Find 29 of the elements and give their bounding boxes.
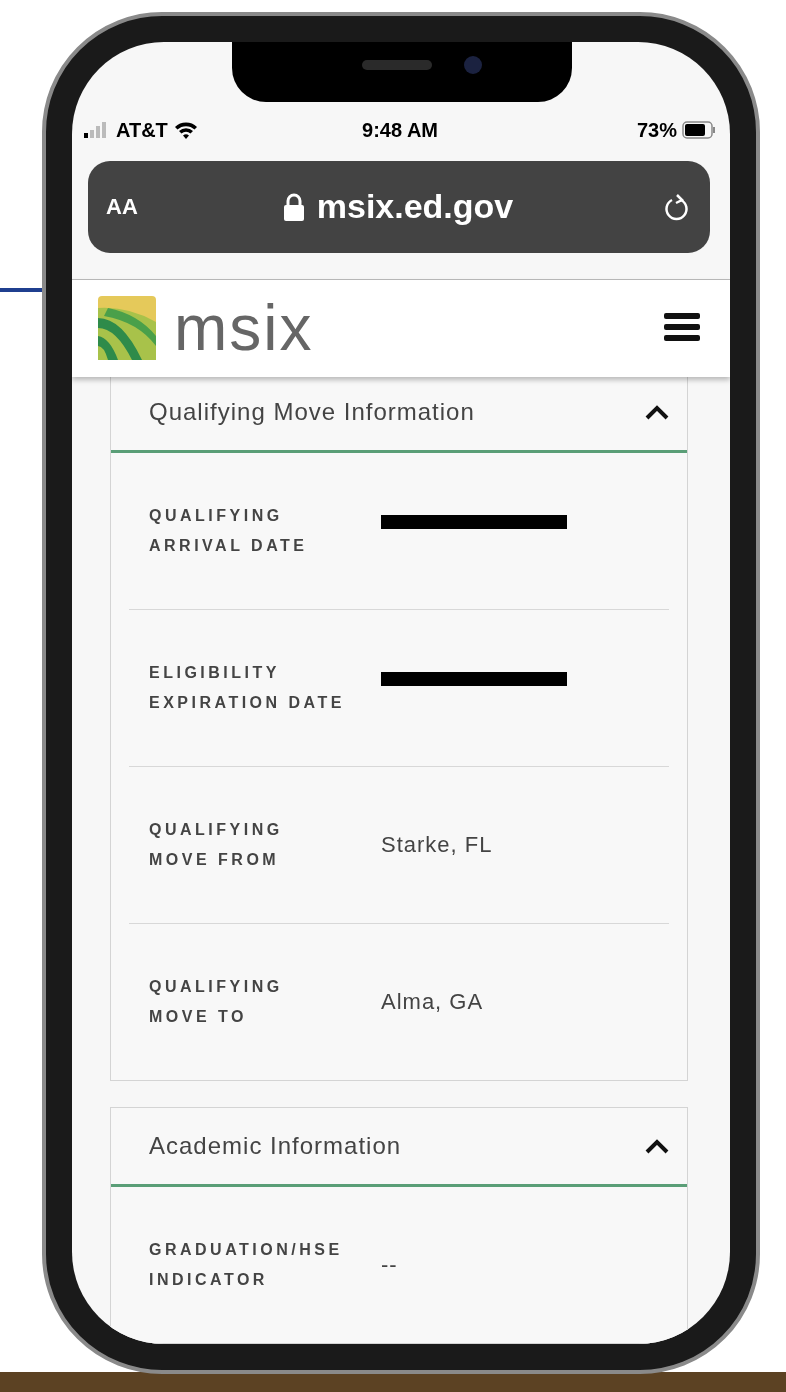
field-value: Starke, FL [381, 832, 493, 858]
battery-percent: 73% [637, 118, 677, 142]
chevron-up-icon[interactable] [645, 1138, 669, 1154]
address-bar[interactable]: AA msix.ed.gov [88, 160, 710, 253]
wifi-icon [173, 121, 198, 140]
field-label: QUALIFYING MOVE TO [149, 977, 284, 1027]
text-size-button[interactable]: AA [106, 193, 226, 220]
field-rows-icon [98, 296, 156, 361]
section-title: Qualifying Move Information [149, 398, 476, 426]
field-value: -- [381, 1252, 398, 1278]
field-label: ELIGIBILITY EXPIRATION DATE [149, 663, 345, 713]
section-header[interactable]: Academic Information [111, 1108, 687, 1187]
carrier-name: AT&T [116, 118, 168, 142]
field-label: QUALIFYING MOVE FROM [149, 820, 284, 870]
battery-icon [682, 121, 716, 140]
field-value: Alma, GA [381, 989, 484, 1015]
camera-icon [464, 56, 482, 74]
chevron-up-icon[interactable] [645, 404, 669, 420]
site-logo-text[interactable]: msix [174, 296, 314, 361]
speaker-icon [362, 60, 432, 70]
section-header[interactable]: Qualifying Move Information [111, 374, 687, 453]
clock-time: 9:48 AM [362, 118, 438, 141]
url-text: msix.ed.gov [316, 187, 514, 227]
field-label: QUALIFYING ARRIVAL DATE [149, 506, 309, 556]
menu-icon[interactable] [664, 312, 700, 344]
field-label: GRADUATION/HSE INDICATOR [149, 1240, 344, 1290]
lock-icon [282, 192, 305, 221]
reload-icon[interactable] [664, 191, 690, 222]
section-title: Academic Information [149, 1132, 403, 1160]
